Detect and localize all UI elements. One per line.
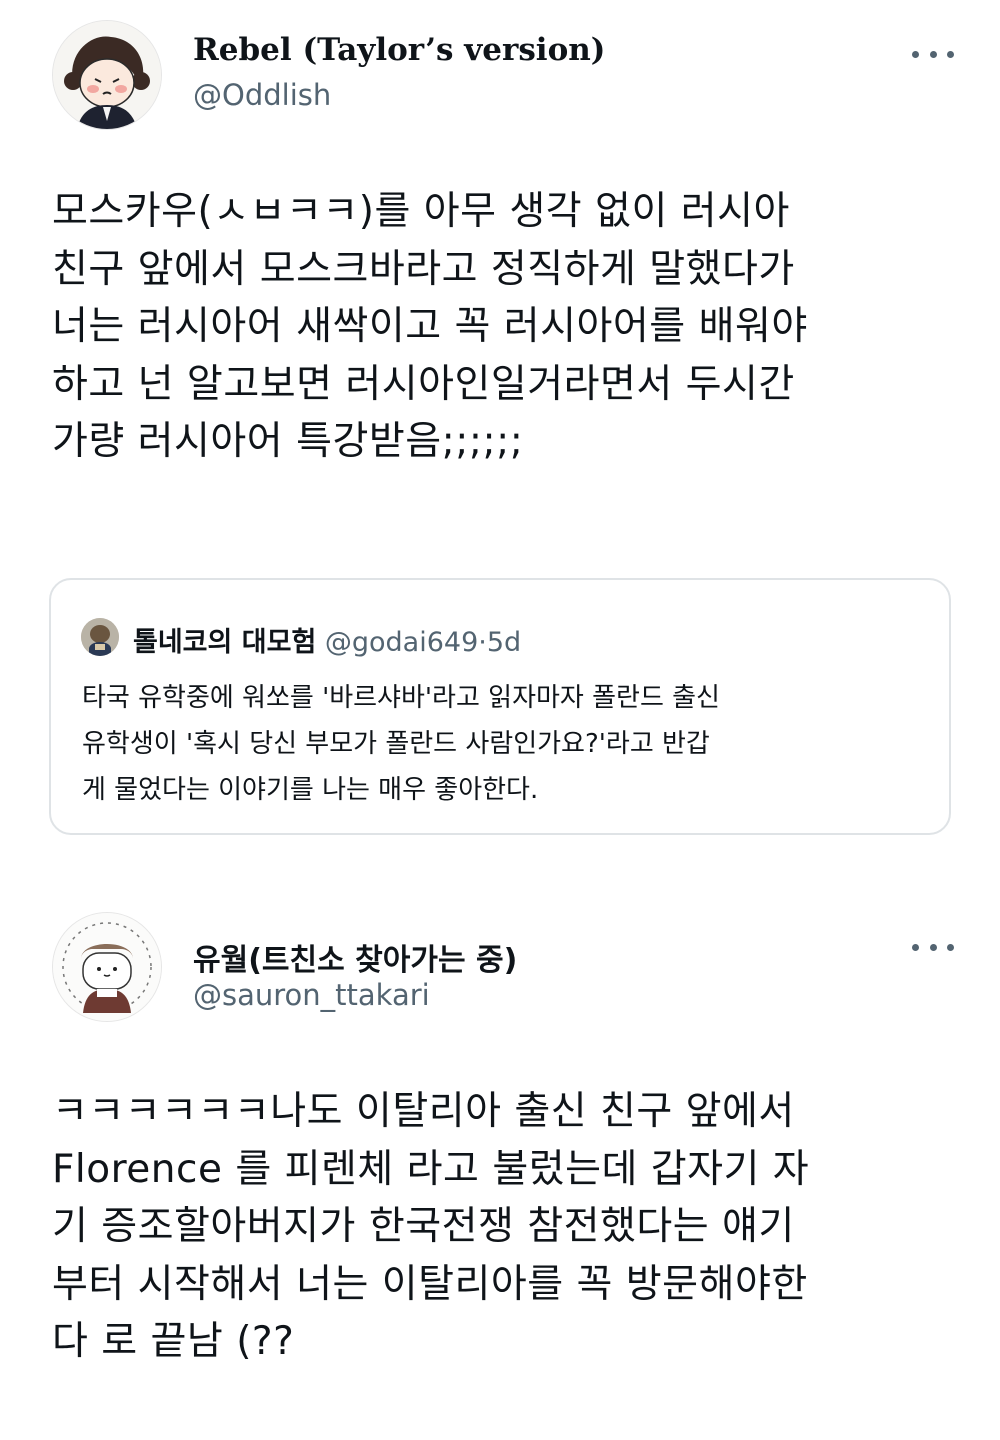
quoted-tweet[interactable]: 톨네코의 대모험 @godai649·5d 타국 유학중에 워쏘를 '바르샤바'…: [49, 578, 951, 835]
more-horizontal-icon-dot: [947, 943, 954, 951]
more-horizontal-icon-dot: [929, 50, 937, 58]
tweet-text: 모스카우(ㅅㅂㅋㅋ)를 아무 생각 없이 러시아 친구 앞에서 모스크바라고 정…: [52, 189, 808, 464]
more-horizontal-icon: [912, 50, 919, 58]
more-options-button[interactable]: [912, 42, 954, 66]
quote-separator: ·: [478, 627, 487, 658]
avatar-illustration: [53, 21, 161, 129]
tweet: Rebel (Taylor’s version) @Oddlish 모스카우(ㅅ…: [0, 0, 1000, 880]
avatar-illustration: [53, 913, 161, 1021]
quote-user-handle[interactable]: @godai649: [325, 627, 478, 658]
quote-header: 톨네코의 대모험 @godai649·5d: [133, 620, 521, 659]
quote-timestamp[interactable]: 5d: [487, 627, 521, 658]
quote-avatar-illustration: [81, 618, 119, 656]
more-horizontal-icon-dot: [929, 943, 937, 951]
avatar[interactable]: [52, 20, 162, 130]
more-options-button[interactable]: [912, 935, 954, 959]
user-handle[interactable]: @sauron_ttakari: [193, 978, 430, 1012]
quote-display-name[interactable]: 톨네코의 대모험: [133, 627, 316, 658]
more-horizontal-icon-dot: [947, 50, 954, 58]
display-name[interactable]: Rebel (Taylor’s version): [193, 32, 605, 68]
tweet-text: ㅋㅋㅋㅋㅋㅋ나도 이탈리아 출신 친구 앞에서 Florence 를 피렌체 라…: [52, 1089, 810, 1364]
display-name[interactable]: 유월(트친소 찾아가는 중): [193, 935, 517, 979]
more-horizontal-icon: [912, 943, 919, 951]
tweet: 유월(트친소 찾아가는 중) @sauron_ttakari ㅋㅋㅋㅋㅋㅋ나도 …: [0, 880, 1000, 1440]
user-handle[interactable]: @Oddlish: [193, 78, 331, 112]
quote-avatar[interactable]: [81, 618, 119, 656]
avatar[interactable]: [52, 912, 162, 1022]
quote-text: 타국 유학중에 워쏘를 '바르샤바'라고 읽자마자 폴란드 출신 유학생이 '혹…: [82, 683, 720, 805]
